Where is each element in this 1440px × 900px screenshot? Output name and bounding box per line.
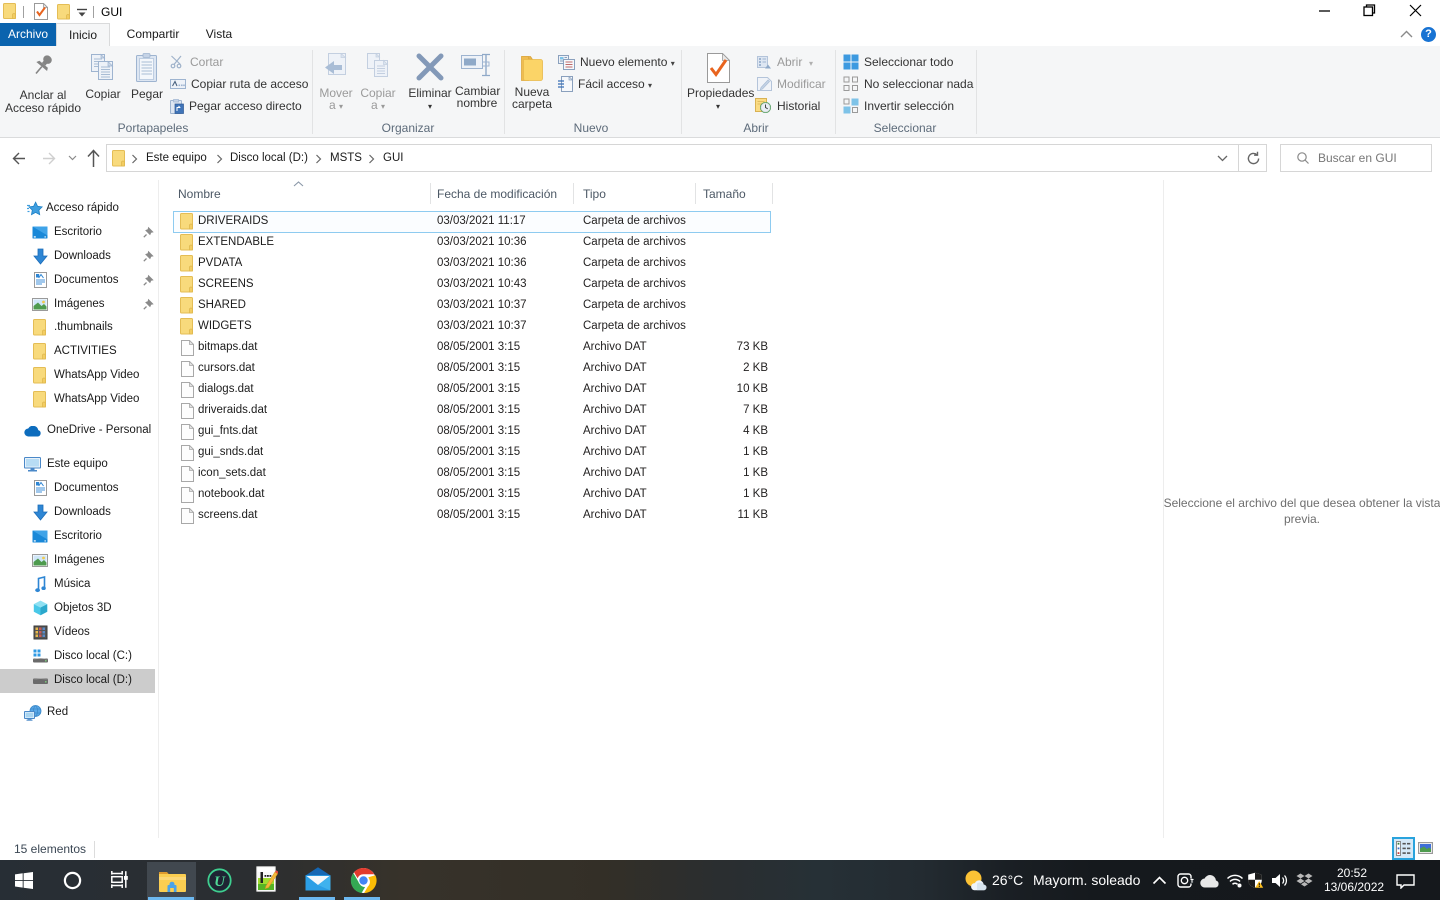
svg-text:U: U [214, 874, 226, 890]
